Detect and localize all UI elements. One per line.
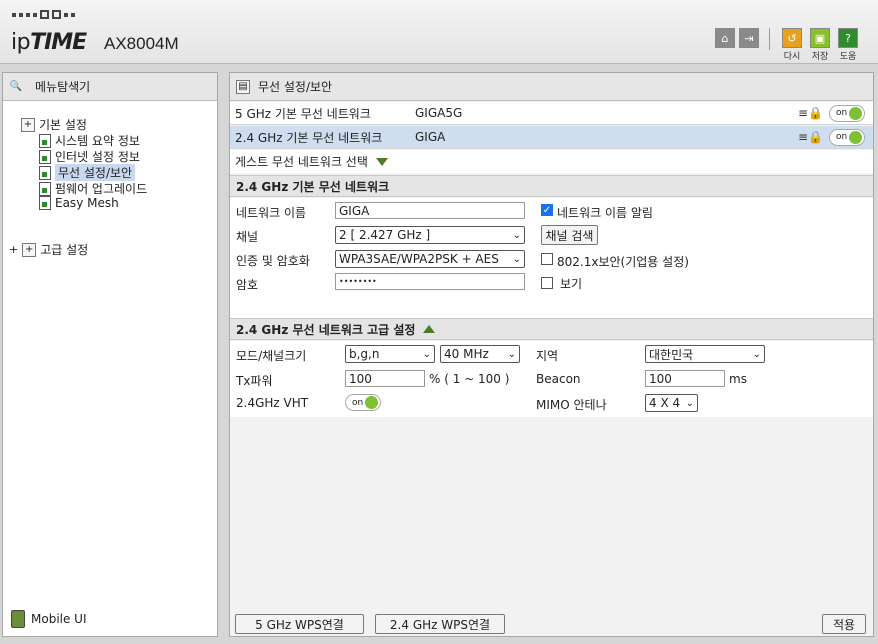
channel-select[interactable]: 2 [ 2.427 GHz ] ⌄ (335, 226, 525, 244)
phone-icon (11, 610, 25, 628)
header-divider (769, 28, 770, 50)
chevron-down-icon: ⌄ (752, 348, 761, 360)
vht-toggle[interactable]: on (345, 394, 381, 411)
sidebar-item-system-summary[interactable]: 시스템 요약 정보 (39, 132, 140, 149)
mimo-select[interactable]: 4 X 4 ⌄ (645, 394, 698, 412)
chart-doc-icon (39, 133, 51, 148)
auth-select[interactable]: WPA3SAE/WPA2PSK + AES ⌄ (335, 250, 525, 268)
wps-5ghz-button[interactable]: 5 GHz WPS연결 (235, 614, 364, 634)
tree-advanced-settings[interactable]: + + 고급 설정 (9, 241, 88, 258)
menu-explorer-title: 메뉴탐색기 (35, 80, 91, 94)
guest-network-selector[interactable]: 게스트 무선 네트워크 선택 (230, 150, 873, 173)
expand-icon: + (9, 243, 19, 256)
apply-button[interactable]: 적용 (822, 614, 866, 634)
enterprise-checkbox[interactable] (541, 253, 553, 265)
page-title: 무선 설정/보안 (258, 80, 333, 94)
help-button[interactable]: ? (838, 28, 858, 48)
advanced-form: 모드/채널크기 b,g,n ⌄ 40 MHz ⌄ 지역 대한민국 ⌄ Tx파워 100… (230, 341, 873, 417)
mode-select[interactable]: b,g,n ⌄ (345, 345, 435, 363)
chevron-down-icon: ⌄ (512, 253, 521, 265)
model-name: AX8004M (104, 34, 179, 53)
network-row-24ghz[interactable]: 2.4 GHz 기본 무선 네트워크 GIGA ≡🔒 on (230, 126, 873, 149)
mobile-ui-link[interactable]: Mobile UI (11, 610, 87, 628)
wps-24ghz-button[interactable]: 2.4 GHz WPS연결 (375, 614, 505, 634)
tree-basic-settings[interactable]: + 기본 설정 (21, 116, 87, 133)
password-input[interactable]: •••••••• (335, 273, 525, 290)
toggle-5ghz[interactable]: on (829, 104, 865, 122)
chevron-down-icon: ⌄ (422, 348, 431, 360)
brand-logo: ipTIME (11, 30, 87, 55)
help-caption: 도움 (839, 52, 857, 62)
save-caption: 저장 (811, 52, 829, 62)
collapse-up-icon[interactable] (423, 325, 436, 333)
network-row-5ghz[interactable]: 5 GHz 기본 무선 네트워크 GIGA5G ≡🔒 on (230, 102, 873, 125)
network-name-input[interactable]: GIGA (335, 202, 525, 219)
sidebar-item-internet[interactable]: 인터넷 설정 정보 (39, 148, 140, 165)
beacon-input[interactable]: 100 (645, 370, 725, 387)
filter-lock-icon[interactable]: ≡🔒 (798, 106, 823, 120)
save-button[interactable]: ▣ (810, 28, 830, 48)
folder-icon: + (21, 117, 35, 132)
monitor-doc-icon (39, 149, 51, 164)
toggle-24ghz[interactable]: on (829, 128, 865, 146)
home-icon[interactable]: ⌂ (715, 28, 735, 48)
upgrade-doc-icon (39, 181, 51, 196)
basic-form: 네트워크 이름 GIGA ✓ 네트워크 이름 알림 채널 2 [ 2.427 G… (230, 198, 873, 318)
sidebar-item-easy-mesh[interactable]: Easy Mesh (39, 196, 119, 210)
section-basic-header: 2.4 GHz 기본 무선 네트워크 (230, 175, 873, 197)
show-password-checkbox[interactable] (541, 277, 553, 289)
folder-icon: + (22, 242, 37, 257)
channel-scan-button[interactable]: 채널 검색 (541, 225, 598, 245)
tx-power-input[interactable]: 100 (345, 370, 425, 387)
wifi-doc-icon (39, 165, 51, 180)
logout-icon[interactable]: ⇥ (739, 28, 759, 48)
filter-lock-icon[interactable]: ≡🔒 (798, 130, 823, 144)
search-icon: 🔍 (9, 81, 23, 92)
menu-explorer: 🔍 메뉴탐색기 + 기본 설정 시스템 요약 정보 인터넷 설정 정보 무선 설… (2, 72, 218, 637)
window-icon: ▤ (236, 79, 250, 94)
section-advanced-header[interactable]: 2.4 GHz 무선 네트워크 고급 설정 (230, 318, 873, 340)
brand-dots (12, 10, 75, 19)
wireless-settings-panel: ▤ 무선 설정/보안 5 GHz 기본 무선 네트워크 GIGA5G ≡🔒 on… (229, 72, 874, 637)
chevron-down-icon: ⌄ (507, 348, 516, 360)
sidebar-item-firmware[interactable]: 펌웨어 업그레이드 (39, 180, 147, 197)
header-bar: ipTIME AX8004M ⌂ ⇥ ↺ 다시 ▣ 저장 ? 도움 (0, 0, 878, 64)
chevron-down-icon: ⌄ (685, 397, 694, 409)
chevron-down-icon: ⌄ (512, 229, 521, 241)
broadcast-checkbox[interactable]: ✓ (541, 204, 553, 216)
channel-width-select[interactable]: 40 MHz ⌄ (440, 345, 520, 363)
restart-caption: 다시 (783, 52, 801, 62)
region-select[interactable]: 대한민국 ⌄ (645, 345, 765, 363)
mesh-doc-icon (39, 196, 51, 210)
restart-button[interactable]: ↺ (782, 28, 802, 48)
expand-down-icon[interactable] (375, 157, 388, 166)
sidebar-item-wireless[interactable]: 무선 설정/보안 (39, 164, 136, 181)
